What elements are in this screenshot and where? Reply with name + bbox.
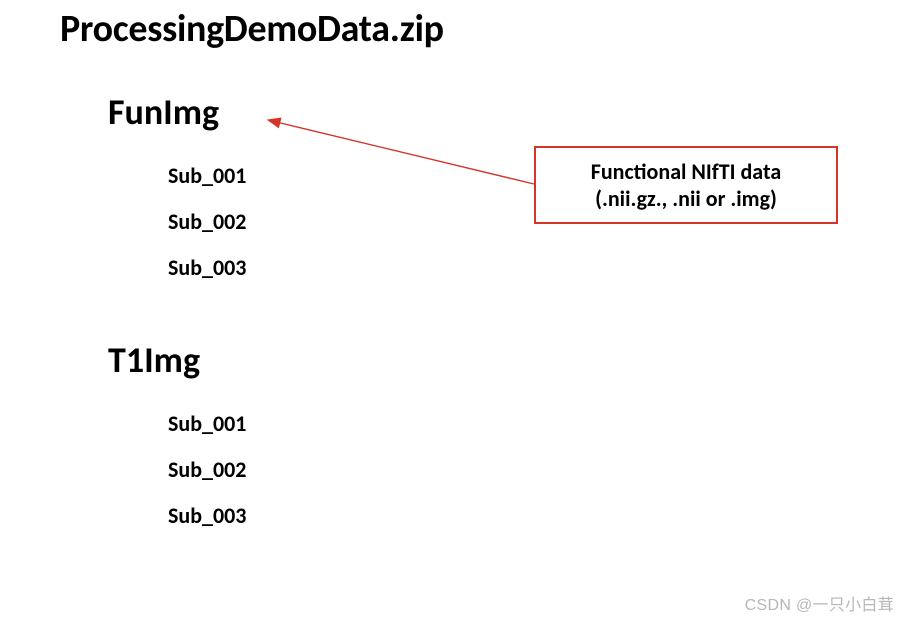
dir-t1img-child-3: Sub_003 [168, 502, 246, 529]
dir-funimg-child-2: Sub_002 [168, 208, 246, 235]
dir-funimg: FunImg [108, 90, 219, 134]
dir-t1img-child-2: Sub_002 [168, 456, 246, 483]
watermark: CSDN @一只小白茸 [745, 591, 894, 615]
archive-title: ProcessingDemoData.zip [60, 6, 444, 52]
dir-funimg-child-3: Sub_003 [168, 254, 246, 281]
dir-t1img: T1Img [108, 338, 200, 382]
dir-funimg-child-1: Sub_001 [168, 162, 246, 189]
dir-t1img-child-1: Sub_001 [168, 410, 246, 437]
annotation-callout: Functional NIfTI data (.nii.gz., .nii or… [534, 146, 838, 224]
annotation-line-1: Functional NIfTI data [591, 158, 781, 186]
annotation-line-2: (.nii.gz., .nii or .img) [595, 185, 777, 213]
